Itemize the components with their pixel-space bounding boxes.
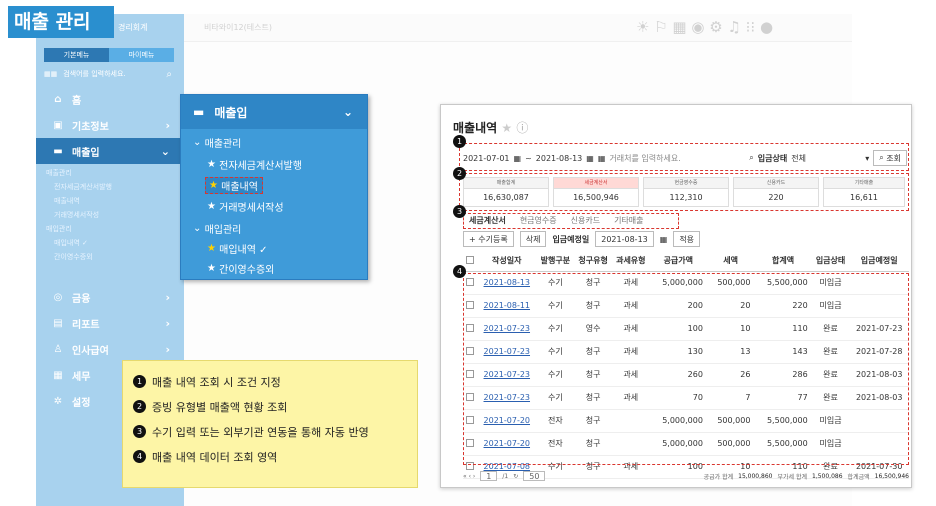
popup-sales-history[interactable]: ★ 매출내역 <box>205 177 263 194</box>
column-header[interactable]: 입금예정일 <box>849 251 909 272</box>
sidebar-search-input[interactable]: 검색어를 입력하세요. <box>63 69 125 79</box>
pager-icons[interactable]: « ‹ › <box>463 473 475 480</box>
note-2: 2 증빙 유형별 매출액 현황 조회 <box>133 394 407 419</box>
sidebar-sub-sales-mgmt[interactable]: 매출관리 <box>36 166 184 180</box>
chevron-down-icon: ⌄ <box>160 144 170 158</box>
tenant-name: 비타와이12(테스트) <box>204 23 272 32</box>
summary-card-other: 기타매출 16,611 <box>823 177 905 207</box>
sidebar-sub-sales-history[interactable]: 매출내역 <box>44 194 192 208</box>
tab-tax-invoice[interactable]: 세금계산서 <box>469 215 506 226</box>
popup-purchase-history[interactable]: ★ 매입내역 ✓ <box>181 241 369 256</box>
tab-cash-receipt[interactable]: 현금영수증 <box>520 215 557 226</box>
info-icon: ▣ <box>53 119 63 131</box>
start-date-input[interactable]: 2021-07-01 <box>463 154 510 163</box>
summary-card-cash-receipt: 현금영수증 112,310 <box>643 177 729 207</box>
tax-icon: ▦ <box>53 369 63 381</box>
end-date-input[interactable]: 2021-08-13 <box>536 154 583 163</box>
due-date-label: 입금예정일 <box>552 234 590 244</box>
gear-icon: ✲ <box>53 395 63 407</box>
favorite-star-icon[interactable]: ★ <box>501 121 512 135</box>
status-label: 입금상태 <box>757 153 788 163</box>
popup-sales-mgmt[interactable]: ⌄ 매출관리 <box>181 135 369 150</box>
sidebar-item-basic-info[interactable]: ▣ 기초정보 › <box>36 112 184 138</box>
page-input[interactable]: 1 <box>480 471 498 481</box>
top-bar: 비타와이12(테스트) ☀ ⚐ ▦ ◉ ⚙ ♫ ⁝⁝ ● <box>184 14 852 42</box>
due-date-input[interactable]: 2021-08-13 <box>595 231 654 247</box>
data-area <box>463 273 909 465</box>
toolbar-icons[interactable]: ☀ ⚐ ▦ ◉ ⚙ ♫ ⁝⁝ ● <box>636 18 773 36</box>
tab-my-menu[interactable]: 마이메뉴 <box>109 48 174 62</box>
table-footer: « ‹ › 1 /1 ↻ 50 공급가 합계 15,000,860 부가세 합계… <box>463 471 909 481</box>
tab-other-sales[interactable]: 기타매출 <box>614 215 643 226</box>
table-header: 작성일자 발행구분 청구유형 과세유형 공급가액 세액 합계액 입금상태 입금예정일 <box>463 251 909 272</box>
summary-card-tax-invoice: 세금계산서 16,500,946 <box>553 177 639 207</box>
popup-e-invoice[interactable]: ★ 전자세금계산서발행 <box>181 157 369 172</box>
client-search-input[interactable]: 거래처를 입력하세요. <box>609 153 745 164</box>
popup-statement[interactable]: ★ 거래명세서작성 <box>181 199 369 214</box>
popup-header[interactable]: ▬ 매출입 ⌄ <box>181 95 367 129</box>
note-1: 1 매출 내역 조회 시 조건 지정 <box>133 369 407 394</box>
calendar-icon[interactable]: ▦ <box>514 154 522 163</box>
chevron-right-icon: › <box>165 118 170 132</box>
sidebar-sub-receipts[interactable]: 간이영수증외 <box>44 250 192 264</box>
info-icon[interactable]: ⓘ <box>516 121 528 135</box>
card-icon: ▬ <box>193 105 205 119</box>
sidebar-sub-purchase-history[interactable]: 매입내역 ✓ <box>44 236 192 250</box>
select-all-checkbox[interactable] <box>466 255 474 264</box>
summary-card-total: 매출합계 16,630,087 <box>463 177 549 207</box>
app-title: 경리회계 <box>118 23 148 32</box>
card-icon: ▬ <box>53 145 63 157</box>
page-title: 매출내역 ★ ⓘ <box>453 121 529 135</box>
calendar-icon[interactable]: ▦ <box>586 154 594 163</box>
note-3: 3 수기 입력 또는 외부기관 연동을 통해 자동 반영 <box>133 419 407 444</box>
menu-grid-icon[interactable]: ▦▦ <box>44 70 57 78</box>
column-header[interactable]: 과세유형 <box>611 251 650 272</box>
search-icon[interactable]: ⌕ <box>749 153 753 163</box>
tab-credit-card[interactable]: 신용카드 <box>571 215 600 226</box>
sidebar-item-report[interactable]: ▤ 리포트 › <box>36 310 184 336</box>
sidebar-sub-statement[interactable]: 거래명세서작성 <box>44 208 192 222</box>
sidebar-sub-purchase-mgmt[interactable]: 매입관리 <box>36 222 184 236</box>
apply-button[interactable]: 적용 <box>673 231 701 247</box>
sidebar-item-finance[interactable]: ◎ 금융 › <box>36 284 184 310</box>
note-4: 4 매출 내역 데이터 조회 영역 <box>133 444 407 469</box>
home-icon: ⌂ <box>54 93 62 105</box>
search-button[interactable]: ⌕ 조회 <box>873 150 907 166</box>
page-size-select[interactable]: 50 <box>523 471 546 481</box>
sidebar-item-sales-purchase[interactable]: ▬ 매출입 ⌄ <box>36 138 184 164</box>
popup-receipts[interactable]: ★ 간이영수증외 <box>181 261 369 276</box>
search-icon[interactable]: ⌕ <box>166 69 172 80</box>
finance-icon: ◎ <box>53 291 63 303</box>
add-record-button[interactable]: + 수기등록 <box>463 231 514 247</box>
page-badge: 매출 관리 <box>8 6 114 38</box>
calendar-icon[interactable]: ▦ <box>660 235 668 244</box>
refresh-icon[interactable]: ↻ <box>513 473 518 480</box>
summary-card-credit-card: 신용카드 220 <box>733 177 819 207</box>
column-header[interactable]: 작성일자 <box>477 251 537 272</box>
calendar-icon[interactable]: ▦ <box>598 154 606 163</box>
column-header[interactable]: 세액 <box>706 251 755 272</box>
dropdown-icon[interactable]: ▾ <box>865 154 869 163</box>
delete-button[interactable]: 삭제 <box>519 231 547 247</box>
sidebar-item-payroll[interactable]: ♙ 인사급여 › <box>36 336 184 362</box>
annotation-note: 1 매출 내역 조회 시 조건 지정 2 증빙 유형별 매출액 현황 조회 3 수기 … <box>122 360 418 488</box>
column-header[interactable]: 입금상태 <box>811 251 850 272</box>
tab-basic-menu[interactable]: 기본메뉴 <box>44 48 109 62</box>
report-icon: ▤ <box>53 317 63 329</box>
popup-purchase-mgmt[interactable]: ⌄ 매입관리 <box>181 221 369 236</box>
sales-history-panel: 매출내역 ★ ⓘ 1 2021-07-01 ▦ ~ 2021-08-13 ▦ ▦ 거래… <box>440 104 912 488</box>
sidebar-sub-e-invoice[interactable]: 전자세금계산서발행 <box>44 180 192 194</box>
status-select[interactable]: 전체 <box>791 153 861 164</box>
chevron-down-icon: ⌄ <box>342 105 353 119</box>
column-header[interactable]: 발행구분 <box>536 251 575 272</box>
sales-purchase-popup: ▬ 매출입 ⌄ ⌄ 매출관리 ★ 전자세금계산서발행 ★ 매출내역 ★ 거래명세서작… <box>180 94 368 280</box>
column-header[interactable]: 합계액 <box>754 251 812 272</box>
column-header[interactable]: 공급가액 <box>649 251 707 272</box>
column-header[interactable]: 청구유형 <box>574 251 612 272</box>
people-icon: ♙ <box>53 343 63 355</box>
sidebar-item-home[interactable]: ⌂ 홈 <box>36 86 184 112</box>
